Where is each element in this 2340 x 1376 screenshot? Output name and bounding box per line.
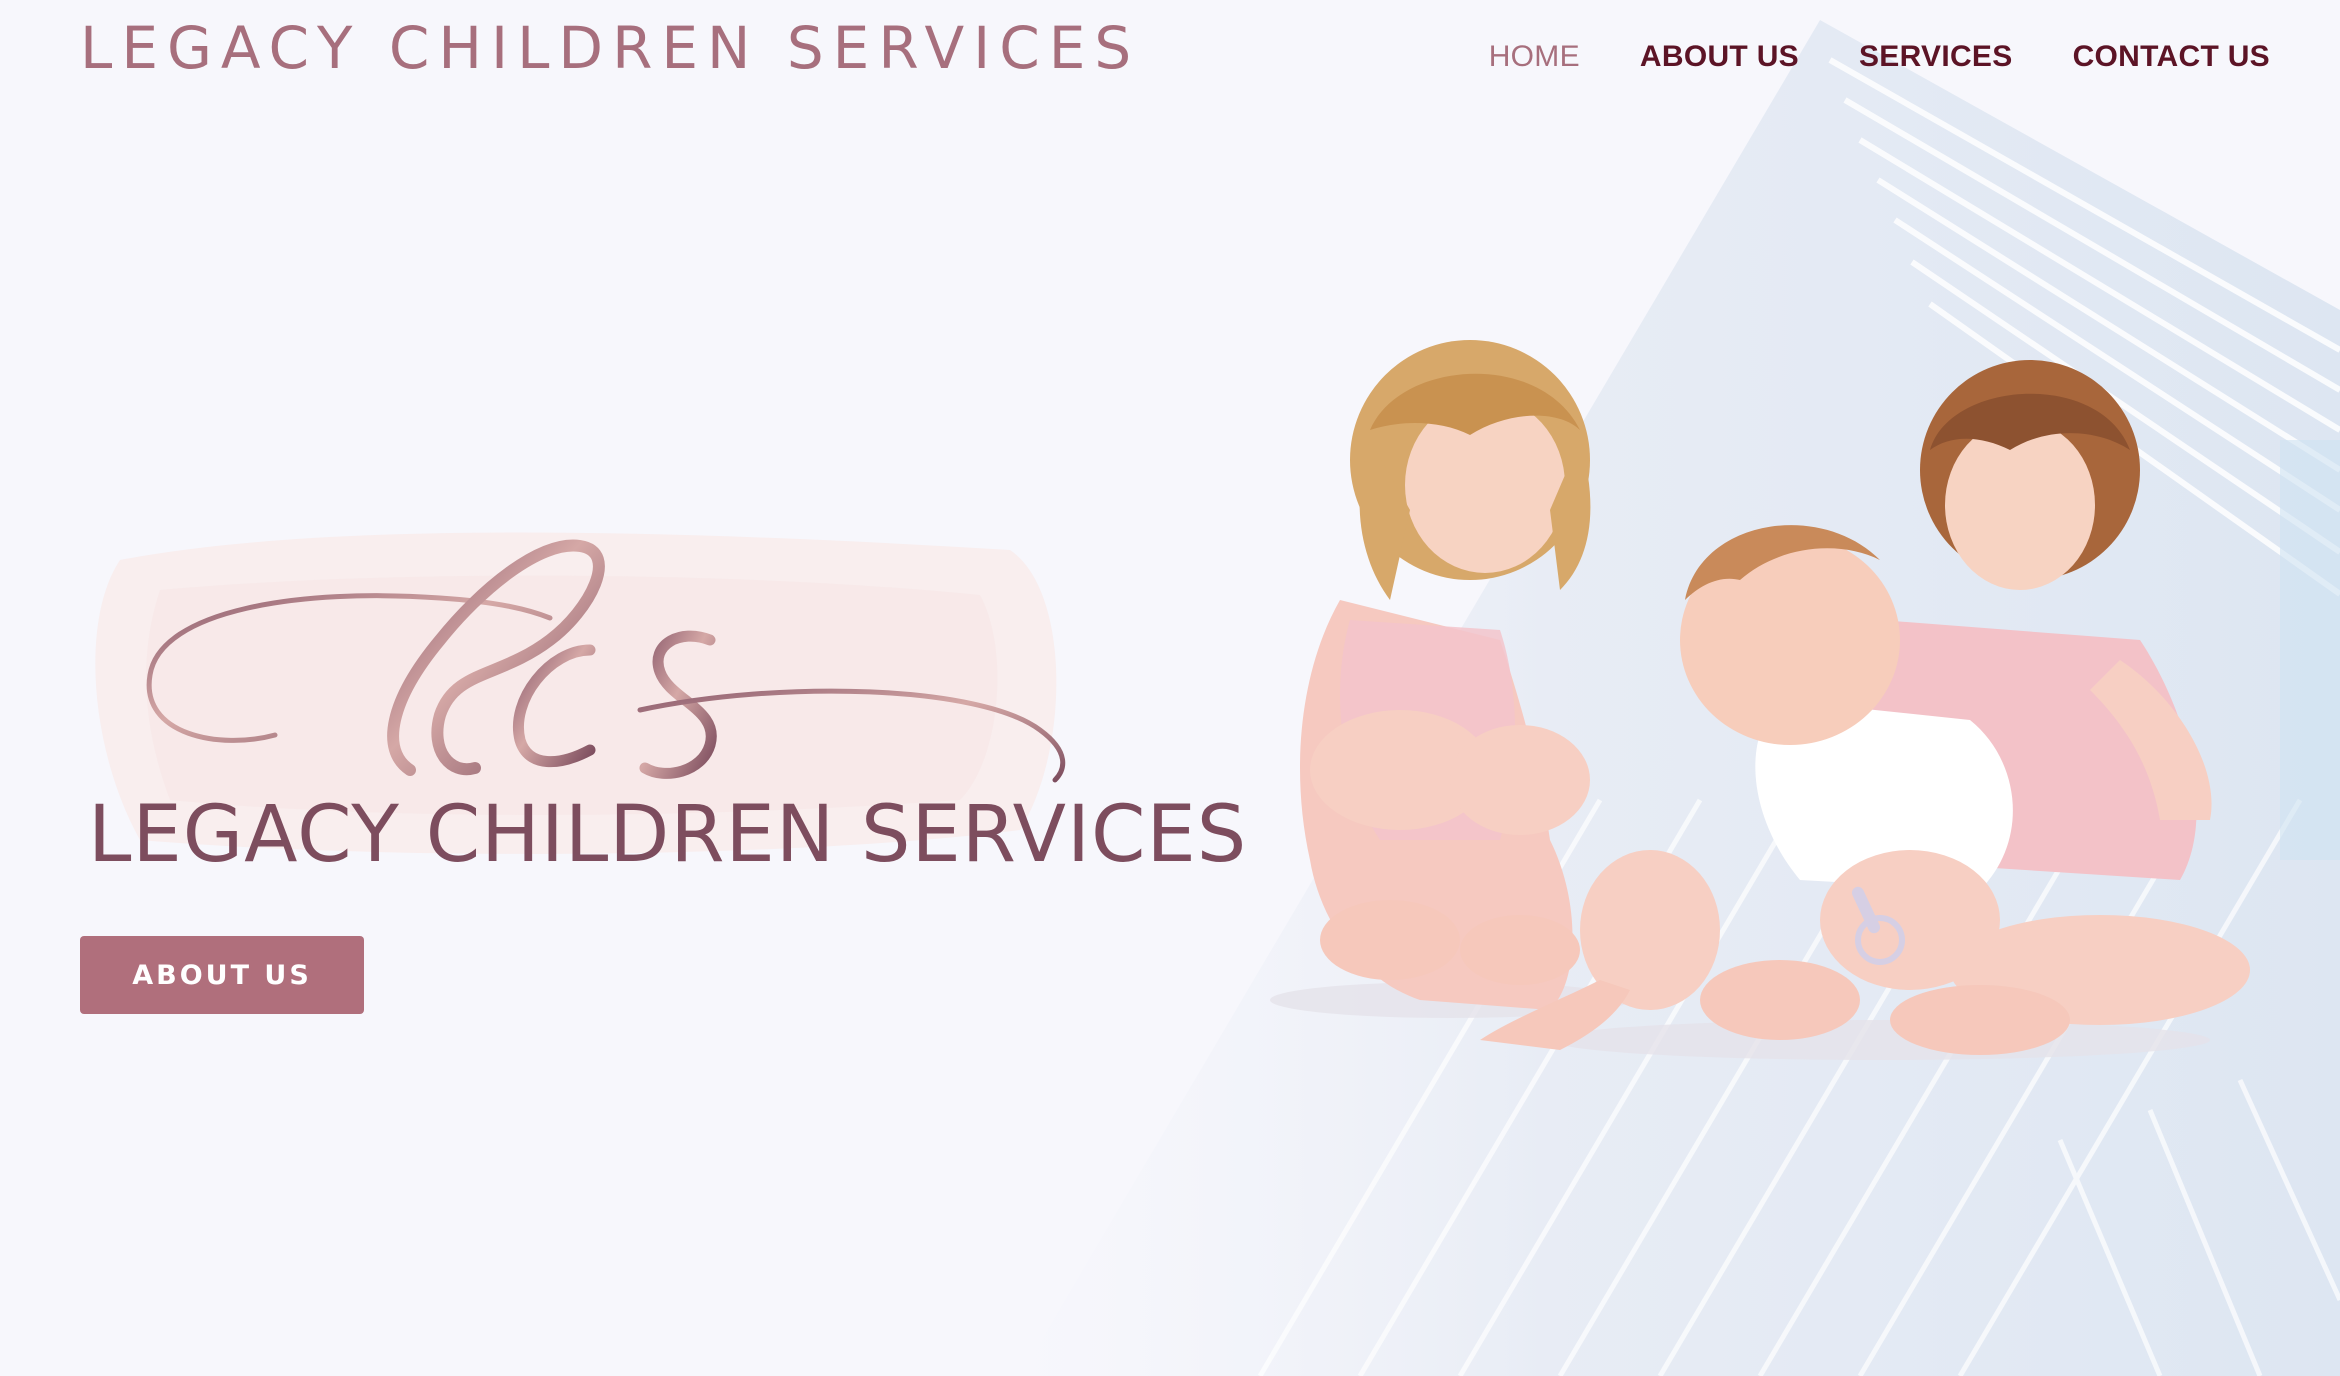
nav-home[interactable]: HOME [1489, 40, 1580, 74]
site-title[interactable]: LEGACY CHILDREN SERVICES [80, 12, 1140, 84]
child-left-figure [1300, 340, 1591, 1010]
nav-contact-us[interactable]: CONTACT US [2073, 40, 2270, 74]
main-nav: HOME ABOUT US SERVICES CONTACT US [1489, 40, 2270, 74]
logo-wordmark: LEGACY CHILDREN SERVICES [88, 790, 1248, 880]
hero-logo: LEGACY CHILDREN SERVICES [80, 500, 1246, 900]
nav-about-us[interactable]: ABOUT US [1640, 40, 1799, 74]
nav-services[interactable]: SERVICES [1859, 40, 2013, 74]
children-photo [1270, 340, 2250, 1060]
about-us-button[interactable]: ABOUT US [80, 936, 364, 1014]
page: LEGACY CHILDREN SERVICES HOME ABOUT US S… [0, 0, 2340, 1376]
